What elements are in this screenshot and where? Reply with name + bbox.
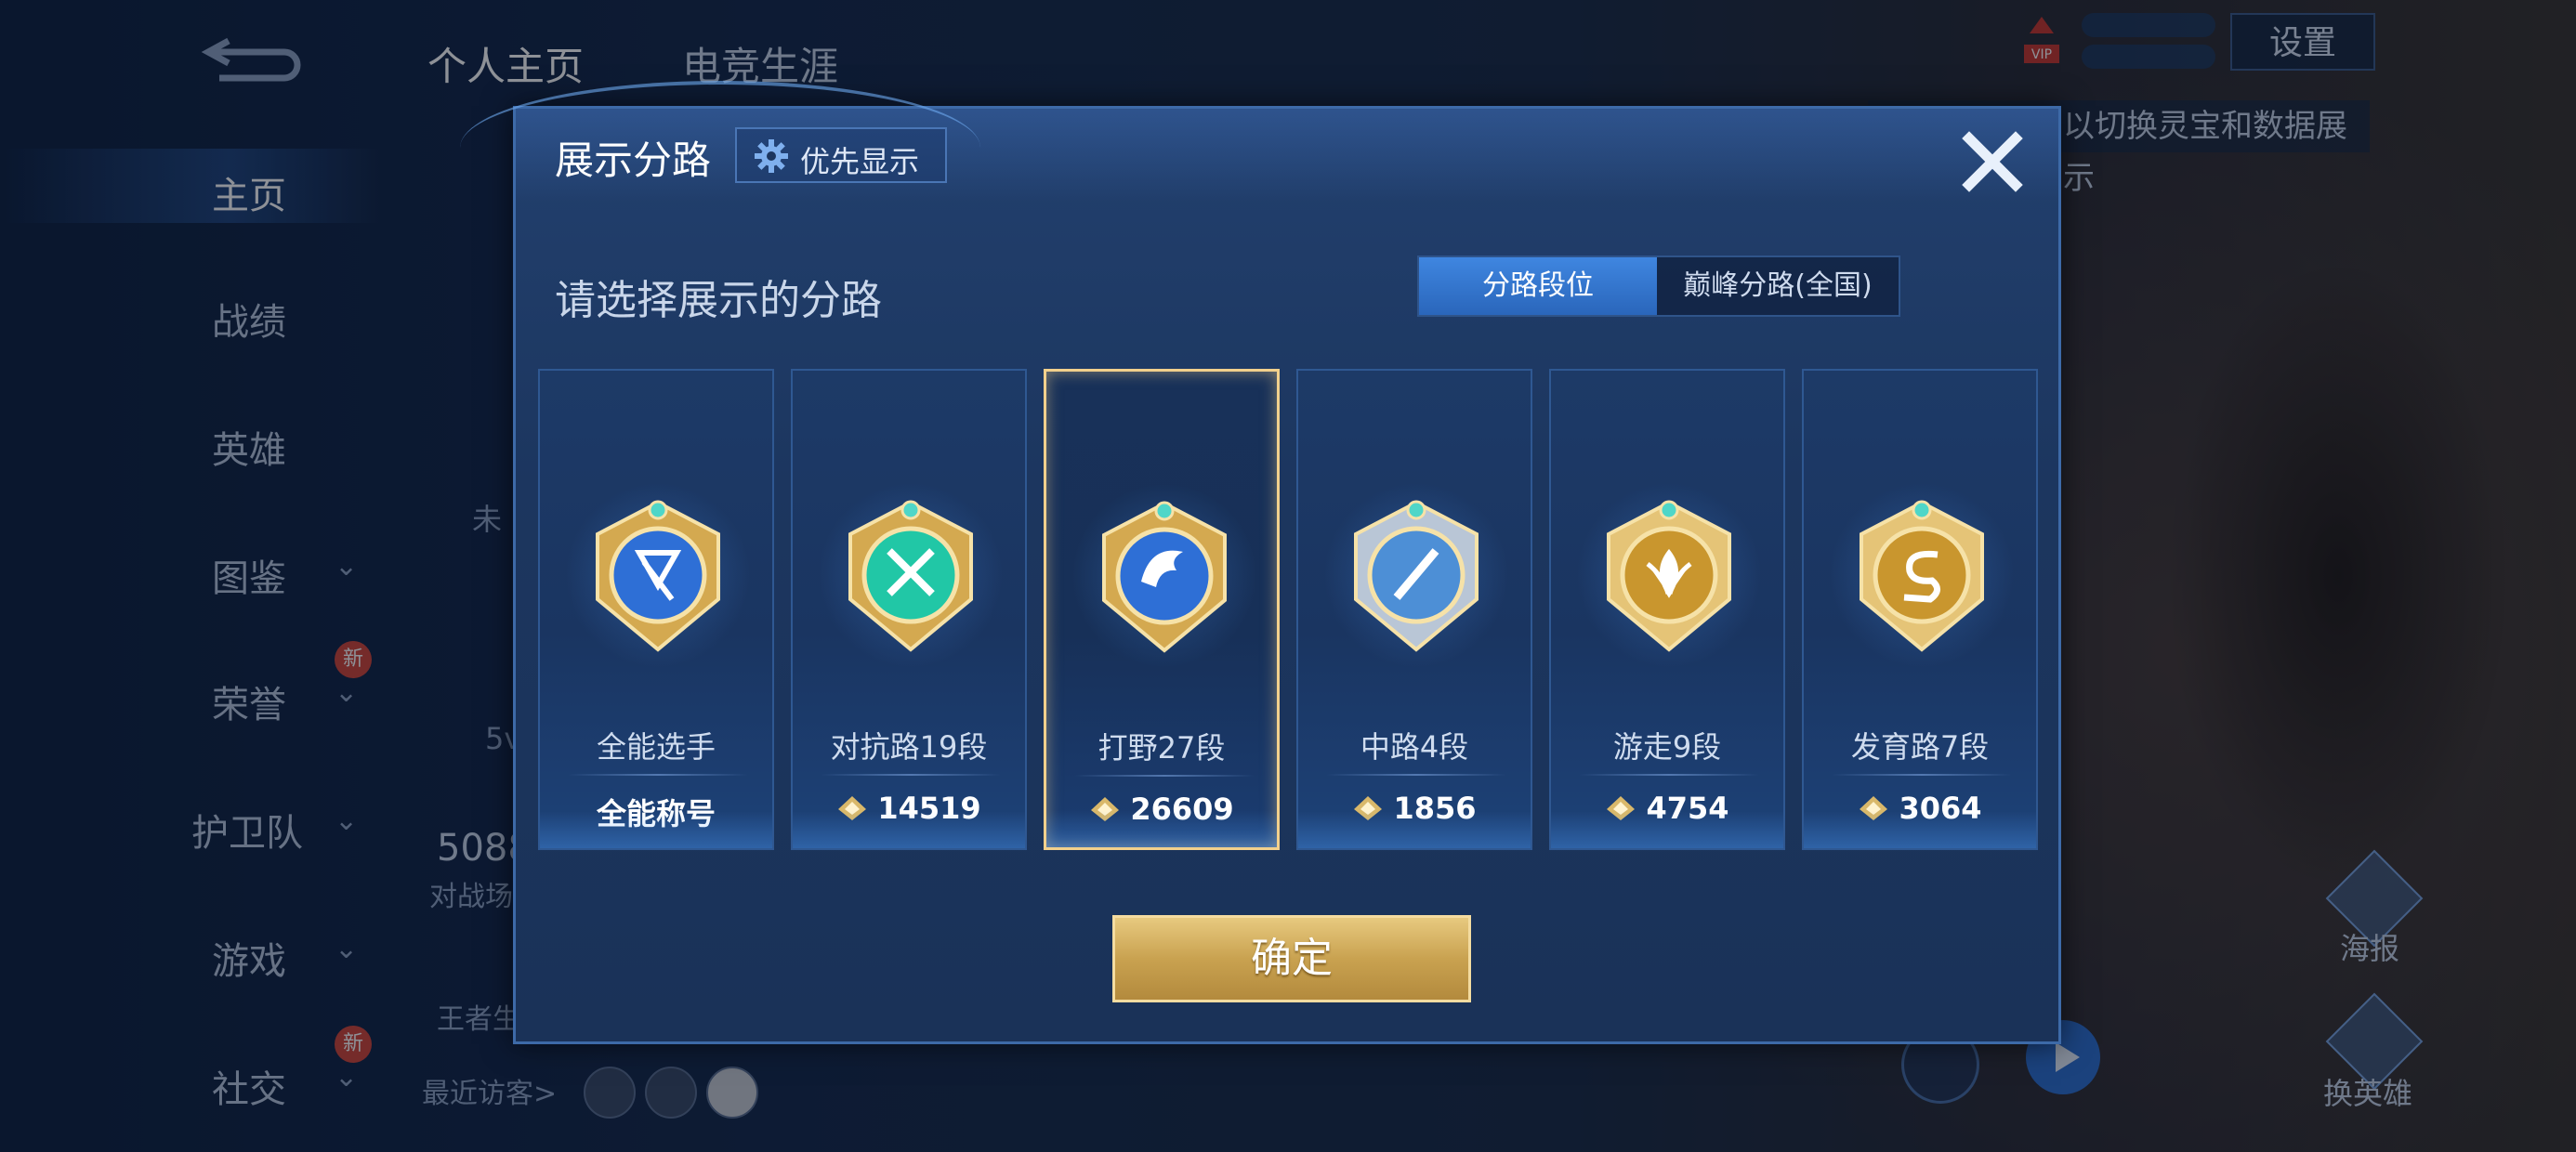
divider xyxy=(1074,775,1255,777)
lane-mode-tabs: 分路段位 巅峰分路(全国) xyxy=(1417,255,1900,317)
lane-card-roam[interactable]: 游走9段 4754 xyxy=(1549,369,1785,850)
close-icon[interactable] xyxy=(1958,127,2027,196)
confirm-button[interactable]: 确定 xyxy=(1112,915,1471,1002)
card-bottom-glow xyxy=(793,811,1025,848)
divider xyxy=(821,774,1001,776)
farm-lane-rank-icon xyxy=(1852,497,1991,655)
gear-icon xyxy=(755,139,788,173)
lane-name: 中路4段 xyxy=(1360,729,1469,765)
card-bottom-glow xyxy=(1804,811,2036,848)
lane-card-mid-lane[interactable]: 中路4段 1856 xyxy=(1296,369,1532,850)
tab-lane-rank[interactable]: 分路段位 xyxy=(1419,257,1657,315)
lane-name: 全能选手 xyxy=(596,729,716,765)
roam-rank-icon xyxy=(1599,497,1739,655)
jungle-rank-icon xyxy=(1095,498,1234,656)
priority-display-label: 优先显示 xyxy=(800,144,920,179)
divider xyxy=(1326,774,1506,776)
lane-name: 游走9段 xyxy=(1612,729,1722,765)
priority-display-button[interactable]: 优先显示 xyxy=(735,127,947,183)
lane-name: 发育路7段 xyxy=(1850,729,1990,765)
lane-card-all-round[interactable]: 全能选手全能称号 xyxy=(538,369,774,850)
lane-card-farm-lane[interactable]: 发育路7段 3064 xyxy=(1802,369,2038,850)
lane-name: 打野27段 xyxy=(1097,730,1226,766)
divider xyxy=(568,774,748,776)
lane-display-dialog: 展示分路 优先显示 请选择展示的分路 分路段位 巅峰分路(全国) 全能选手全能称… xyxy=(460,81,2061,1044)
mid-lane-rank-icon xyxy=(1347,497,1486,655)
tab-peak-lane[interactable]: 巅峰分路(全国) xyxy=(1657,257,1899,315)
confirm-label: 确定 xyxy=(1251,935,1333,982)
all-round-rank-icon xyxy=(588,497,728,655)
card-bottom-glow xyxy=(1046,810,1277,847)
clash-lane-rank-icon xyxy=(841,497,980,655)
divider xyxy=(1579,774,1759,776)
dialog-subtitle: 请选择展示的分路 xyxy=(555,277,882,324)
card-bottom-glow xyxy=(1551,811,1783,848)
divider xyxy=(1832,774,2012,776)
lane-card-jungle[interactable]: 打野27段 26609 xyxy=(1044,369,1280,850)
lane-name: 对抗路19段 xyxy=(830,729,988,765)
card-bottom-glow xyxy=(1298,811,1531,848)
dialog-title: 展示分路 xyxy=(555,137,712,183)
card-bottom-glow xyxy=(540,811,772,848)
lane-card-clash-lane[interactable]: 对抗路19段 14519 xyxy=(791,369,1027,850)
